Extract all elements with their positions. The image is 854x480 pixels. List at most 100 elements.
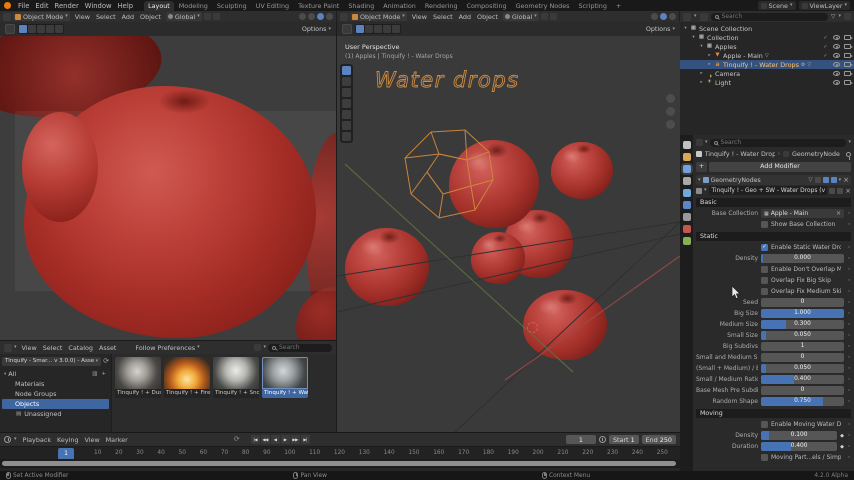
outliner-row-light[interactable]: ▸ ☀ Light: [680, 78, 854, 87]
viewport-solid-icon[interactable]: [308, 13, 315, 20]
disable-render-icon[interactable]: [843, 80, 853, 85]
checkbox-enable-static-water-drops[interactable]: ✓: [761, 244, 768, 251]
editor-type-icon[interactable]: [683, 12, 691, 21]
slider-big-size[interactable]: 1.000: [761, 309, 844, 318]
apple-object[interactable]: [296, 286, 336, 340]
slider-base-mesh-pre-subdivs[interactable]: 0: [761, 386, 844, 395]
node-group-selector[interactable]: Tinquify ! - Geo + SW - Water Drops (v 1…: [708, 186, 828, 195]
hide-eye-icon[interactable]: [832, 44, 841, 49]
workspace-tab-sculpting[interactable]: Sculpting: [213, 1, 251, 11]
proportional-edit-icon[interactable]: [549, 13, 557, 20]
plus-icon[interactable]: +: [696, 161, 707, 172]
render-tab-icon[interactable]: [682, 153, 691, 161]
properties-search-input[interactable]: Search: [709, 138, 847, 147]
mode-selector[interactable]: Object Mode ▾: [13, 12, 70, 21]
physics-tab-icon[interactable]: [682, 189, 691, 197]
jump-to-start-button[interactable]: |◀: [250, 435, 260, 444]
catalog-unassigned[interactable]: ▤ Unassigned: [2, 409, 109, 419]
mask-mode-icon[interactable]: [19, 25, 27, 33]
tl-menu-keying[interactable]: Keying: [54, 436, 81, 444]
viewport-rendered-icon[interactable]: [326, 13, 333, 20]
expand-caret-icon[interactable]: ▾: [699, 44, 704, 49]
catalog-objects[interactable]: Objects: [2, 399, 109, 409]
asset-library-selector[interactable]: Tinquify - Smar... v 3.0.0) - Assets ▾: [2, 356, 102, 366]
apple-object[interactable]: [551, 142, 613, 199]
animate-dot-icon[interactable]: ·: [847, 309, 851, 318]
rotate-tool-icon[interactable]: [342, 99, 351, 108]
refresh-icon[interactable]: ⟳: [103, 357, 109, 365]
vpm-menu-select[interactable]: Select: [430, 13, 456, 21]
object-tab-icon[interactable]: [682, 213, 691, 221]
hide-eye-icon[interactable]: [832, 53, 841, 58]
edit-mode-display-icon[interactable]: [814, 177, 821, 183]
workspace-tab-compositing[interactable]: Compositing: [463, 1, 511, 11]
transform-orientation[interactable]: Global ▾: [165, 12, 202, 21]
play-button[interactable]: ▶: [280, 435, 290, 444]
disable-render-icon[interactable]: [843, 62, 853, 67]
disable-render-icon[interactable]: [843, 44, 853, 49]
workspace-tab-texture-paint[interactable]: Texture Paint: [294, 1, 343, 11]
disable-render-icon[interactable]: [843, 71, 853, 76]
slider-small-medium-b[interactable]: 0.050: [761, 364, 844, 373]
slider-duration[interactable]: 0.400: [761, 442, 838, 451]
animate-dot-icon[interactable]: ·: [847, 298, 851, 307]
expand-caret-icon[interactable]: ▸: [699, 71, 704, 76]
water-drop-bump[interactable]: [22, 112, 98, 222]
mode-selector[interactable]: Object Mode ▾: [350, 12, 407, 21]
hide-eye-icon[interactable]: [832, 35, 841, 40]
vertex-mask-icon[interactable]: [374, 25, 382, 33]
viewport-main[interactable]: Options ▾ User Perspective (1) Apples | T…: [337, 22, 680, 432]
slider-density[interactable]: 0.000: [761, 254, 844, 263]
scene-selector[interactable]: Scene ▾: [757, 1, 796, 10]
gear-icon[interactable]: [844, 13, 851, 20]
mask-mode-icon[interactable]: [356, 25, 364, 33]
apple-object[interactable]: [345, 228, 429, 306]
viewport-wireframe-icon[interactable]: [299, 13, 306, 20]
vpm-menu-add[interactable]: Add: [456, 13, 474, 21]
xray-icon[interactable]: [55, 25, 63, 33]
vpl-menu-add[interactable]: Add: [119, 13, 137, 21]
animate-dot-icon[interactable]: ·: [847, 442, 851, 451]
section-header-moving[interactable]: Moving: [696, 408, 851, 418]
apple-object[interactable]: [471, 232, 525, 284]
viewport-wireframe-icon[interactable]: [651, 13, 658, 20]
vpl-menu-view[interactable]: View: [72, 13, 93, 21]
menu-window[interactable]: Window: [82, 2, 115, 10]
blender-logo-icon[interactable]: [4, 2, 11, 9]
breadcrumb-object[interactable]: Tinquify ! - Water Drops: [705, 151, 775, 158]
vertex-mask-icon[interactable]: [37, 25, 45, 33]
outliner-row-apples[interactable]: ▾ ▦ Apples ✓: [680, 42, 854, 51]
snap-magnet-icon[interactable]: [203, 13, 211, 20]
asset-tinquify-snow[interactable]: Tinquify ! + Snow: [213, 357, 259, 398]
view-layer-selector[interactable]: ViewLayer ▾: [798, 1, 850, 10]
slider-big-subdivs[interactable]: 1: [761, 342, 844, 351]
vpm-menu-object[interactable]: Object: [474, 13, 501, 21]
animate-dot-icon[interactable]: ·: [847, 386, 851, 395]
close-icon[interactable]: ×: [845, 187, 851, 195]
expand-caret-icon[interactable]: ▾: [698, 177, 701, 183]
selectable-checkbox-icon[interactable]: ✓: [821, 53, 830, 59]
vpm-menu-view[interactable]: View: [409, 13, 430, 21]
hide-eye-icon[interactable]: [832, 71, 841, 76]
render-display-icon[interactable]: [830, 177, 837, 183]
editor-type-clock-icon[interactable]: [4, 436, 11, 443]
fake-user-icon[interactable]: [837, 187, 844, 194]
ab-menu-view[interactable]: View: [19, 344, 40, 352]
menu-help[interactable]: Help: [115, 2, 137, 10]
expand-caret-icon[interactable]: ▸: [699, 80, 704, 85]
animate-dot-icon[interactable]: ·: [847, 342, 851, 351]
zoom-icon[interactable]: [666, 94, 675, 103]
asset-grid-area[interactable]: Tinquify ! + Dust Tinquify ! + Fire Tinqui…: [112, 354, 336, 432]
viewport-left[interactable]: Options ▾: [0, 22, 337, 340]
filter-funnel-icon[interactable]: ▽: [831, 13, 836, 20]
animate-dot-icon[interactable]: ·: [847, 331, 851, 340]
transform-orientation[interactable]: Global ▾: [502, 12, 539, 21]
tool-tab-icon[interactable]: [682, 141, 691, 149]
breadcrumb-modifier[interactable]: GeometryNodes: [792, 151, 840, 158]
options-dropdown[interactable]: Options ▾: [646, 25, 675, 33]
animate-dot-icon[interactable]: ·: [847, 420, 851, 429]
cursor-tool-icon[interactable]: [342, 77, 351, 86]
workspace-tab-modeling[interactable]: Modeling: [175, 1, 212, 11]
overlay-icon[interactable]: [383, 25, 391, 33]
water-drops-text-object[interactable]: Water drops: [375, 68, 520, 93]
